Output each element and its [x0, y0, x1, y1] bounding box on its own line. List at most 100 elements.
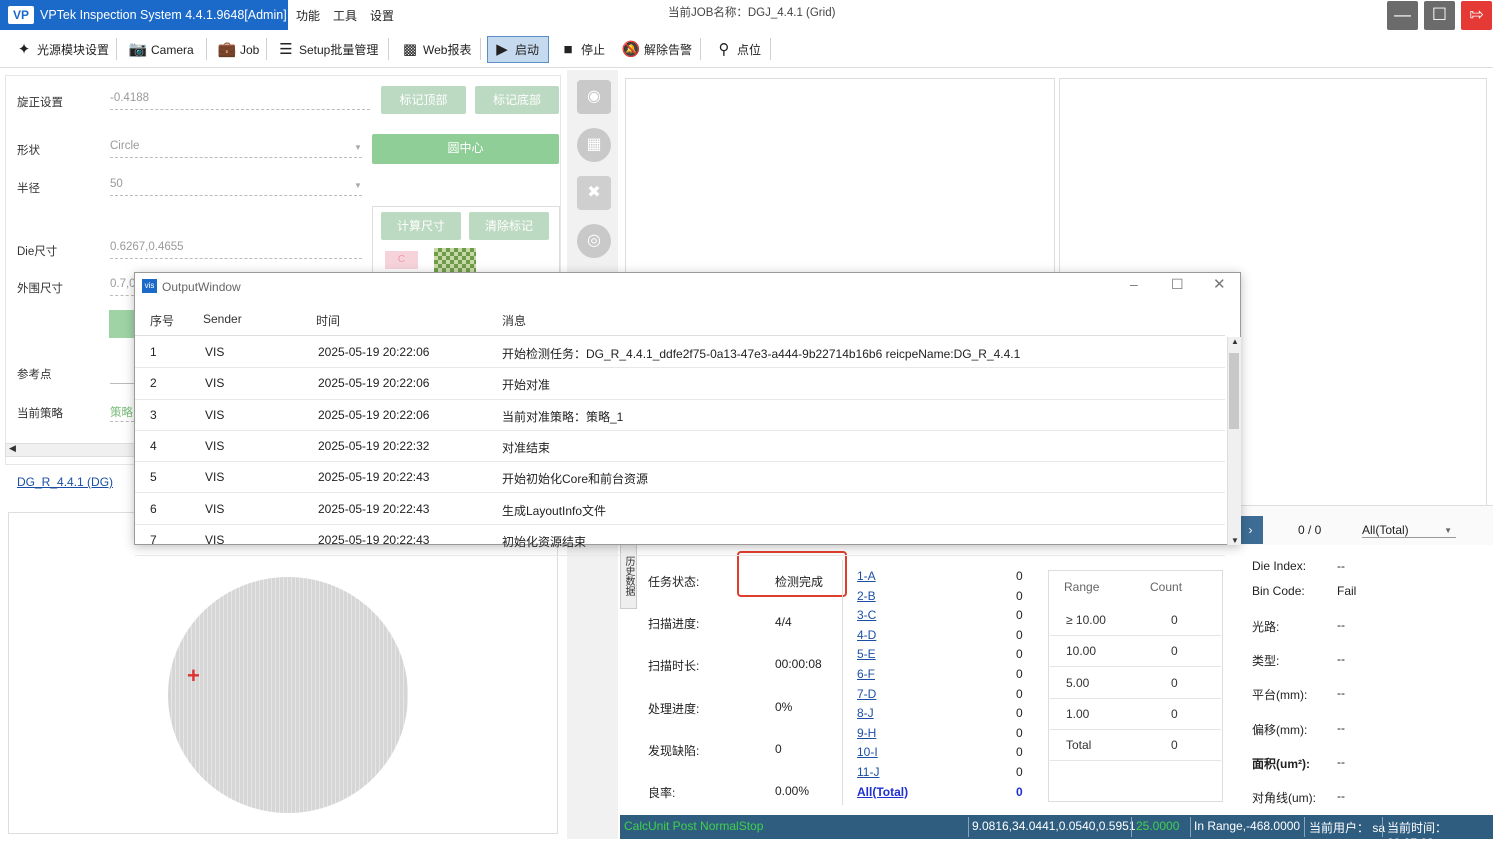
- die-info-value: --: [1337, 686, 1345, 700]
- shape-select[interactable]: Circle: [110, 140, 362, 158]
- grid-globe-icon[interactable]: ▦: [577, 128, 611, 162]
- measure-ruler-icon[interactable]: ✖: [577, 176, 611, 210]
- calc-size-button[interactable]: 计算尺寸: [381, 212, 461, 240]
- die-info-label: Die Index:: [1252, 559, 1307, 573]
- camera-button[interactable]: 📷 Camera: [124, 36, 198, 63]
- col-message[interactable]: 消息: [502, 312, 526, 329]
- stop-button[interactable]: ■ 停止: [554, 36, 609, 63]
- scan-progress-value: 4/4: [775, 615, 792, 629]
- bin-link[interactable]: 10-I: [857, 745, 878, 759]
- bin-link[interactable]: 3-C: [857, 608, 876, 622]
- outer-size-label: 外围尺寸: [17, 283, 63, 295]
- mark-bottom-button[interactable]: 标记底部: [475, 86, 559, 114]
- next-page-button[interactable]: ›: [1238, 516, 1263, 544]
- die-size-field[interactable]: 0.6267,0.4655: [110, 241, 362, 259]
- ow-maximize-icon[interactable]: ☐: [1171, 276, 1184, 293]
- bin-link[interactable]: 9-H: [857, 726, 876, 740]
- bin-filter-select[interactable]: All(Total) ▼: [1362, 523, 1456, 538]
- row-time: 2025-05-19 20:22:32: [318, 438, 430, 453]
- bin-link[interactable]: 11-J: [857, 765, 879, 779]
- wafer-circle-icon[interactable]: ◎: [577, 224, 611, 258]
- bin-link[interactable]: 2-B: [857, 589, 876, 603]
- maximize-button[interactable]: ☐: [1424, 1, 1455, 30]
- output-row[interactable]: 4 VIS 2025-05-19 20:22:32 对准结束: [135, 431, 1225, 463]
- scan-duration-value: 00:00:08: [775, 657, 822, 671]
- ow-minimize-icon[interactable]: –: [1130, 276, 1138, 292]
- die-info-value: Fail: [1337, 584, 1357, 598]
- output-row[interactable]: 2 VIS 2025-05-19 20:22:06 开始对准: [135, 368, 1225, 400]
- camera-icon: 📷: [128, 40, 148, 58]
- row-sender: VIS: [205, 376, 225, 391]
- row-index: 2: [150, 376, 157, 391]
- output-row[interactable]: 3 VIS 2025-05-19 20:22:06 当前对准策略：策略_1: [135, 400, 1225, 431]
- point-button[interactable]: ⚲ 点位: [710, 36, 765, 63]
- output-row[interactable]: 6 VIS 2025-05-19 20:22:43 生成LayoutInfo文件: [135, 494, 1225, 525]
- ref-point-field[interactable]: [110, 383, 134, 384]
- horizontal-scrollbar[interactable]: ◀: [5, 443, 135, 457]
- die-info-value: --: [1337, 618, 1345, 632]
- circle-center-button[interactable]: 圆中心: [372, 134, 559, 164]
- die-info-value: --: [1337, 721, 1345, 735]
- bin-link[interactable]: 7-D: [857, 687, 876, 701]
- exit-button[interactable]: ⇰: [1461, 1, 1492, 30]
- menu-tools[interactable]: 工具: [333, 7, 357, 24]
- range-value: Total: [1066, 738, 1092, 753]
- die-info-value: --: [1337, 789, 1345, 803]
- clear-marks-button[interactable]: 清除标记: [469, 212, 549, 240]
- defects-found-value: 0: [775, 742, 782, 756]
- ow-close-icon[interactable]: ✕: [1213, 275, 1226, 293]
- bin-count: 0: [1016, 745, 1023, 760]
- row-index: 7: [150, 532, 157, 547]
- page-indicator: 0 / 0: [1298, 523, 1322, 537]
- wafer-map[interactable]: [168, 577, 408, 813]
- setup-batch-button[interactable]: ☰ Setup批量管理: [272, 36, 382, 63]
- job-button[interactable]: 💼 Job: [213, 36, 263, 63]
- range-count: 0: [1171, 675, 1178, 690]
- light-module-label: 光源模块设置: [37, 43, 110, 57]
- stop-label: 停止: [581, 43, 606, 57]
- bin-link[interactable]: 8-J: [857, 706, 874, 720]
- apply-button-partial[interactable]: [109, 310, 134, 338]
- web-report-button[interactable]: ▩ Web报表: [396, 36, 475, 63]
- menu-settings[interactable]: 设置: [370, 7, 394, 24]
- start-button[interactable]: ▶ 启动: [487, 36, 549, 63]
- divider: [842, 560, 843, 805]
- scroll-down-icon[interactable]: ▼: [1231, 536, 1239, 545]
- strategy-field[interactable]: 策略: [110, 404, 134, 422]
- light-module-button[interactable]: ✦ 光源模块设置: [10, 36, 113, 63]
- output-row[interactable]: 7 VIS 2025-05-19 20:22:43 初始化资源结束: [135, 525, 1225, 557]
- bin-link[interactable]: 4-D: [857, 628, 876, 642]
- pattern-swatch[interactable]: [434, 248, 476, 272]
- mark-top-button[interactable]: 标记顶部: [381, 86, 466, 114]
- output-window-titlebar[interactable]: vis OutputWindow – ☐ ✕: [135, 273, 1240, 301]
- rotation-field[interactable]: -0.4188: [110, 92, 370, 110]
- col-index[interactable]: 序号: [150, 312, 174, 329]
- app-logo: VP: [8, 6, 34, 24]
- scroll-left-icon: ◀: [9, 443, 16, 453]
- bin-link[interactable]: All(Total): [857, 785, 908, 799]
- row-index: 4: [150, 438, 157, 453]
- outer-size-field[interactable]: 0.7,0: [110, 278, 136, 296]
- bin-link[interactable]: 6-F: [857, 667, 875, 681]
- scroll-up-icon[interactable]: ▲: [1231, 337, 1239, 346]
- col-sender[interactable]: Sender: [203, 312, 242, 326]
- output-row[interactable]: 1 VIS 2025-05-19 20:22:06 开始检测任务：DG_R_4.4.1…: [135, 337, 1225, 369]
- row-index: 3: [150, 407, 157, 422]
- snapshot-camera-icon[interactable]: ◉: [577, 80, 611, 114]
- output-row[interactable]: 5 VIS 2025-05-19 20:22:43 开始初始化Core和前台资源: [135, 462, 1225, 494]
- radius-select[interactable]: 50: [110, 178, 362, 196]
- calc-unit-status: CalcUnit Post NormalStop: [624, 819, 764, 833]
- row-time: 2025-05-19 20:22:43: [318, 532, 430, 547]
- clear-alarm-button[interactable]: 🔕 解除告警: [617, 36, 696, 63]
- briefcase-icon: 💼: [217, 40, 237, 58]
- bin-count: 0: [1016, 706, 1023, 721]
- col-time[interactable]: 时间: [316, 312, 340, 329]
- output-scroll-thumb[interactable]: [1229, 353, 1239, 429]
- dg-link[interactable]: DG_R_4.4.1 (DG): [17, 475, 113, 489]
- bin-link[interactable]: 1-A: [857, 569, 876, 583]
- menu-function[interactable]: 功能: [296, 7, 320, 24]
- bin-link[interactable]: 5-E: [857, 647, 876, 661]
- color-swatch-c[interactable]: C: [385, 251, 418, 269]
- shape-label: 形状: [17, 145, 40, 157]
- minimize-button[interactable]: —: [1387, 1, 1418, 30]
